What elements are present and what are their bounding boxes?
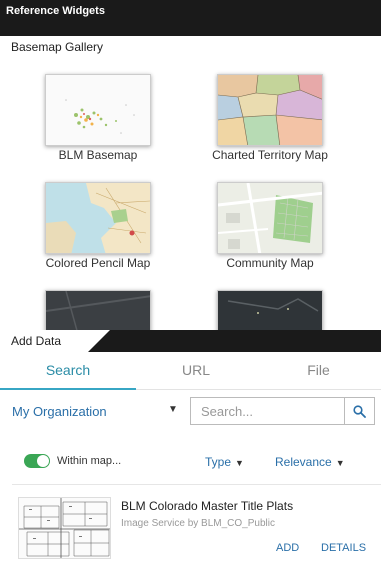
scope-select[interactable]: My Organization: [12, 404, 107, 419]
add-button[interactable]: ADD: [276, 542, 299, 554]
basemap-thumbnail: [45, 182, 151, 254]
caret-down-icon: ▼: [235, 458, 244, 468]
result-subtitle: Image Service by BLM_CO_Public: [121, 518, 275, 529]
basemap-thumbnail: [45, 74, 151, 146]
basemap-item-imagery[interactable]: [200, 290, 340, 330]
basemap-item-blm[interactable]: BLM Basemap: [28, 74, 168, 162]
tab-file[interactable]: File: [256, 352, 381, 390]
type-filter-label: Type: [205, 455, 232, 469]
basemap-item-dark-gray[interactable]: [28, 290, 168, 330]
result-title: BLM Colorado Master Title Plats: [121, 499, 294, 513]
window-title: Reference Widgets: [6, 5, 105, 17]
basemap-thumbnail: [45, 290, 151, 330]
divider: [12, 484, 381, 485]
basemap-thumbnail: [217, 290, 323, 330]
reference-widgets-header: Reference Widgets: [0, 0, 381, 36]
add-data-tabs: Search URL File: [0, 352, 381, 390]
basemap-label: Colored Pencil Map: [45, 256, 151, 270]
basemap-thumbnail: [217, 182, 323, 254]
within-map-label: Within map...: [57, 455, 122, 467]
tab-search[interactable]: Search: [0, 352, 136, 390]
sort-dropdown[interactable]: Relevance ▼: [275, 455, 345, 469]
add-data-title: Add Data: [11, 334, 62, 348]
toggle-knob: [37, 455, 49, 467]
search-input[interactable]: [191, 398, 341, 424]
basemap-thumbnail: [217, 74, 323, 146]
basemap-gallery-tab[interactable]: Basemap Gallery: [0, 36, 164, 58]
tab-url[interactable]: URL: [136, 352, 256, 390]
search-icon: [353, 404, 366, 418]
type-filter-dropdown[interactable]: Type ▼: [205, 455, 244, 469]
basemap-label: Charted Territory Map: [212, 148, 328, 162]
basemap-item-colored-pencil[interactable]: Colored Pencil Map: [28, 182, 168, 270]
details-button[interactable]: DETAILS: [321, 542, 366, 554]
basemap-label: Community Map: [226, 256, 314, 270]
basemap-gallery-title: Basemap Gallery: [11, 40, 104, 54]
caret-down-icon: ▼: [335, 458, 345, 468]
within-map-toggle[interactable]: [24, 454, 50, 468]
add-data-tab[interactable]: Add Data: [0, 330, 110, 352]
search-button[interactable]: [344, 398, 374, 424]
basemap-item-community[interactable]: Community Map: [200, 182, 340, 270]
basemap-label: BLM Basemap: [58, 148, 138, 162]
sort-label: Relevance: [275, 455, 332, 469]
caret-down-icon[interactable]: ▼: [168, 404, 178, 415]
basemap-item-charted-territory[interactable]: Charted Territory Map: [200, 74, 340, 162]
basemap-gallery: BLM Basemap Charted Territory Map Colore…: [8, 58, 378, 330]
search-box: [190, 397, 375, 425]
result-thumbnail: [18, 497, 111, 559]
